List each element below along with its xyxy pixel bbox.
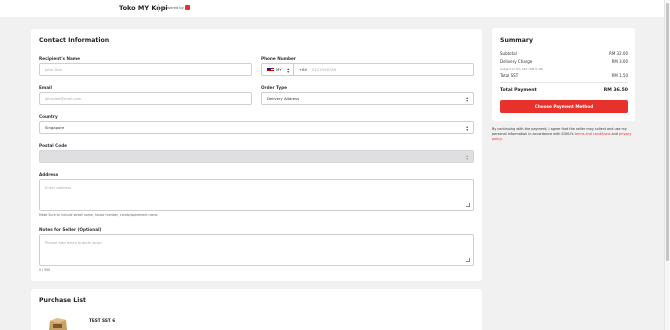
purchase-section-title: Purchase List (39, 297, 86, 304)
address-label: Address (39, 172, 59, 177)
chevron-updown-icon: ▴ ▾ (466, 153, 468, 161)
email-label: Email (39, 85, 52, 90)
phone-number-input[interactable]: +60 0123456789 (294, 63, 474, 76)
sst-label: Total SST (500, 73, 519, 78)
notes-label: Notes for Seller (Optional) (39, 227, 102, 232)
notes-placeholder: Please add extra bubble wrap (45, 240, 102, 245)
product-thumbnail (49, 318, 67, 330)
address-hint: Make Sure to include street name, house … (39, 213, 158, 217)
choose-payment-method-button[interactable]: Choose Payment Method (500, 100, 628, 113)
address-textarea[interactable]: Enter address (39, 179, 474, 211)
subtotal-row: Subtotal RM 32.00 (500, 51, 628, 56)
country-select[interactable]: Singapore ▴ ▾ (39, 121, 474, 134)
chevron-updown-icon: ▴ ▾ (466, 95, 468, 103)
powered-by-label: Powered by (163, 5, 184, 10)
platform-logo-icon (185, 5, 190, 10)
delivery-label: Delivery Charge (500, 59, 533, 64)
notes-textarea[interactable]: Please add extra bubble wrap (39, 234, 474, 266)
chevron-updown-icon: ▴ ▾ (287, 66, 289, 74)
order-type-value: Delivery Address (267, 96, 300, 101)
terms-link[interactable]: terms and conditions (575, 132, 611, 136)
summary-divider (500, 82, 628, 83)
phone-prefix: +60 (299, 67, 308, 72)
scrollbar-thumb[interactable] (666, 3, 669, 261)
postal-code-label: Postal Code (39, 143, 67, 148)
top-bar: Toko MY Kopi Powered by (0, 0, 664, 17)
resize-handle-icon[interactable] (466, 258, 470, 262)
purchase-list-card (31, 289, 482, 330)
country-value: Singapore (45, 125, 65, 130)
product-name[interactable]: TEST SST 6 (89, 318, 115, 323)
email-input[interactable]: johndoe@mail.com (39, 92, 252, 105)
summary-title: Summary (500, 37, 534, 44)
page-scrollbar[interactable] (664, 0, 670, 330)
postal-code-select[interactable]: ▴ ▾ (39, 150, 474, 163)
consent-and: and (611, 132, 618, 137)
sst-value: RM 1.50 (611, 73, 628, 78)
subtotal-label: Subtotal (500, 51, 517, 56)
total-label: Total Payment (500, 88, 537, 93)
phone-placeholder: 0123456789 (312, 67, 337, 72)
consent-text: By continuing with the payment, I agree … (492, 127, 638, 143)
order-type-label: Order Type (261, 85, 287, 90)
recipient-name-placeholder: John Doe (45, 67, 63, 72)
address-placeholder: Enter address (45, 185, 72, 190)
phone-number-label: Phone Number (261, 56, 296, 61)
phone-country-code: MY (276, 67, 282, 72)
delivery-value: RM 3.00 (611, 59, 628, 64)
consent-end: . (501, 137, 503, 142)
phone-country-select[interactable]: MY ▴ ▾ (261, 63, 294, 76)
brand-divider (158, 4, 159, 12)
total-row: Total Payment RM 36.50 (500, 88, 628, 93)
delivery-tax-note: Subject to 6% SST (RM 0.18) (500, 67, 544, 71)
order-type-select[interactable]: Delivery Address ▴ ▾ (261, 92, 474, 105)
recipient-name-input[interactable]: John Doe (39, 63, 252, 76)
resize-handle-icon[interactable] (466, 203, 470, 207)
malaysia-flag-icon (267, 67, 274, 72)
delivery-row: Delivery Charge RM 3.00 (500, 59, 628, 64)
contact-section-title: Contact Information (39, 37, 110, 44)
notes-char-counter: 0 / 500 (39, 268, 51, 272)
store-name[interactable]: Toko MY Kopi (119, 4, 168, 12)
total-value: RM 36.50 (603, 88, 628, 93)
recipient-name-label: Recipient's Name (39, 56, 81, 61)
sst-row: Total SST RM 1.50 (500, 73, 628, 78)
email-placeholder: johndoe@mail.com (45, 96, 82, 101)
country-label: Country (39, 114, 58, 119)
chevron-updown-icon: ▴ ▾ (466, 124, 468, 132)
subtotal-value: RM 32.00 (609, 51, 628, 56)
